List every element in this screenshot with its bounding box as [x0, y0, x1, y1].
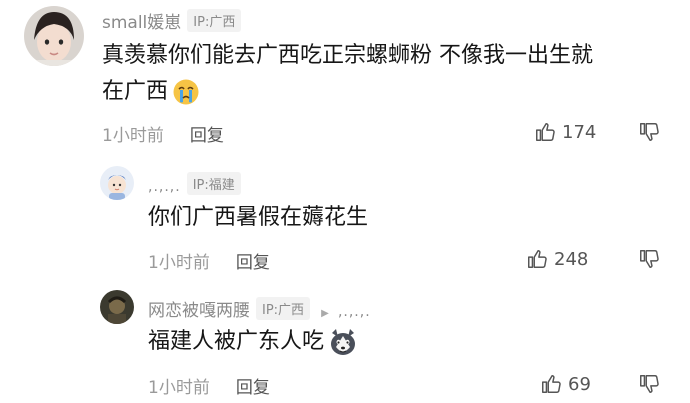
avatar[interactable] [100, 290, 134, 324]
comment-text-line: 在广西 [102, 79, 169, 104]
username[interactable]: 网恋被嘎两腰 [148, 301, 250, 321]
username[interactable]: ,.,.,. [148, 179, 181, 195]
timestamp: 1小时前 [148, 253, 210, 273]
avatar[interactable] [24, 6, 84, 66]
dislike-button[interactable] [638, 248, 660, 274]
dislike-button[interactable] [638, 121, 660, 147]
ip-badge: IP:福建 [186, 172, 241, 195]
comment-text: 真羡慕你们能去广西吃正宗螺蛳粉 不像我一出生就 在广西 [102, 38, 682, 110]
crying-emoji-icon [172, 78, 200, 106]
thumbs-down-icon [638, 121, 660, 143]
comment-meta: 1小时前 回复 [148, 373, 270, 398]
comment-text-line: 福建人被广东人吃 [148, 329, 325, 354]
timestamp: 1小时前 [102, 126, 164, 146]
thumbs-up-icon [526, 248, 548, 270]
comment-header: 网恋被嘎两腰 IP:广西 ▶ ,.,.,. [148, 296, 371, 321]
reply-arrow-icon: ▶ [321, 308, 329, 319]
comment-text: 你们广西暑假在薅花生 [148, 205, 369, 230]
like-count: 248 [554, 248, 589, 270]
dislike-button[interactable] [638, 373, 660, 399]
comment-text-line: 真羡慕你们能去广西吃正宗螺蛳粉 不像我一出生就 [102, 43, 593, 68]
comment-text: 福建人被广东人吃 [148, 324, 358, 360]
comment-meta: 1小时前 回复 [148, 248, 270, 273]
reply-button[interactable]: 回复 [236, 378, 270, 398]
like-button[interactable]: 69 [540, 373, 591, 395]
comment-header: ,.,.,. IP:福建 [148, 172, 241, 195]
ip-badge: IP:广西 [187, 9, 242, 32]
avatar[interactable] [100, 166, 134, 200]
thumbs-up-icon [534, 121, 556, 143]
thumbs-down-icon [638, 373, 660, 395]
username[interactable]: small媛崽 [102, 13, 181, 33]
thumbs-up-icon [540, 373, 562, 395]
comment-header: small媛崽 IP:广西 [102, 8, 242, 33]
timestamp: 1小时前 [148, 378, 210, 398]
ip-badge: IP:广西 [256, 297, 311, 320]
like-count: 69 [568, 373, 591, 395]
like-button[interactable]: 174 [534, 121, 596, 143]
husky-emoji-icon [328, 327, 358, 357]
thumbs-down-icon [638, 248, 660, 270]
reply-button[interactable]: 回复 [190, 126, 224, 146]
like-count: 174 [562, 121, 597, 143]
like-button[interactable]: 248 [526, 248, 588, 270]
reply-button[interactable]: 回复 [236, 253, 270, 273]
reply-to-username[interactable]: ,.,.,. [338, 304, 371, 320]
comment-meta: 1小时前 回复 [102, 121, 224, 146]
